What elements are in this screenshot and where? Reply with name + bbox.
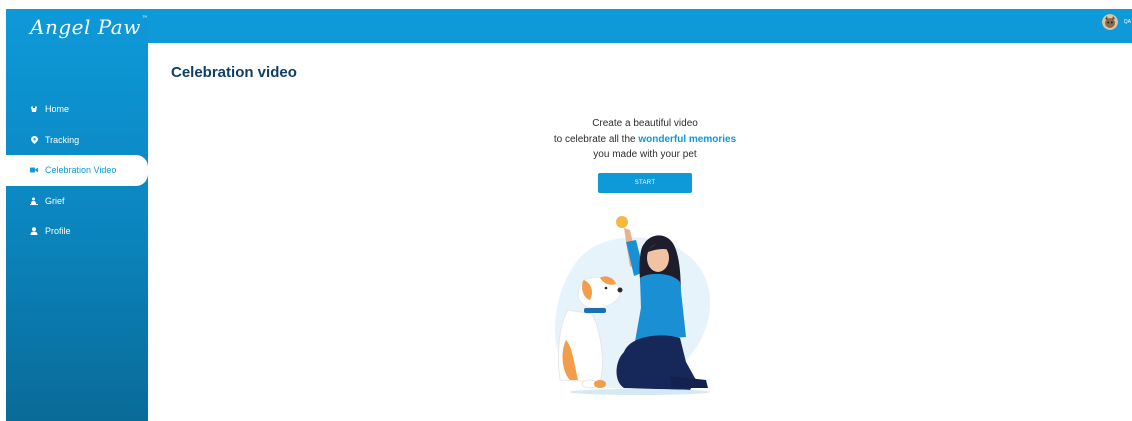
sidebar-item-profile[interactable]: Profile	[6, 216, 148, 247]
app-logo[interactable]: Angel Paw™	[30, 15, 148, 39]
trademark-mark: ™	[141, 15, 149, 22]
location-pin-icon	[30, 135, 38, 144]
logo-text: Angel Paw	[30, 15, 141, 39]
hero-highlight: wonderful memories	[638, 133, 737, 145]
hero-line-2: to celebrate all the wonderful memories	[475, 132, 815, 148]
user-icon	[30, 227, 38, 236]
user-avatar[interactable]	[1102, 14, 1118, 30]
hero-line-1: Create a beautiful video	[592, 118, 698, 129]
user-label[interactable]: QA	[1124, 19, 1131, 25]
woman-with-dog-illustration	[540, 212, 720, 397]
sidebar-item-celebration-video[interactable]: Celebration Video	[6, 155, 148, 186]
sidebar-item-label: Tracking	[45, 134, 80, 145]
hero-line-3: you made with your pet	[593, 149, 697, 160]
sidebar-item-label: Celebration Video	[45, 165, 117, 176]
sidebar-item-tracking[interactable]: Tracking	[6, 125, 148, 156]
sidebar-item-home[interactable]: Home	[6, 94, 148, 125]
grief-icon	[30, 197, 38, 205]
video-camera-icon	[30, 166, 38, 174]
sidebar-item-label: Home	[45, 104, 70, 115]
sidebar-nav: Home Tracking Celebration Video Grief Pr…	[6, 94, 148, 247]
top-header	[6, 9, 1132, 43]
sidebar-item-grief[interactable]: Grief	[6, 186, 148, 217]
page-title: Celebration video	[171, 64, 297, 81]
dog-icon	[30, 105, 38, 113]
hero-line-2-prefix: to celebrate all the	[553, 133, 639, 145]
hero-text: Create a beautiful video to celebrate al…	[475, 116, 815, 163]
sidebar-item-label: Grief	[45, 195, 65, 206]
start-button[interactable]: START	[598, 173, 692, 193]
sidebar-item-label: Profile	[45, 226, 71, 237]
